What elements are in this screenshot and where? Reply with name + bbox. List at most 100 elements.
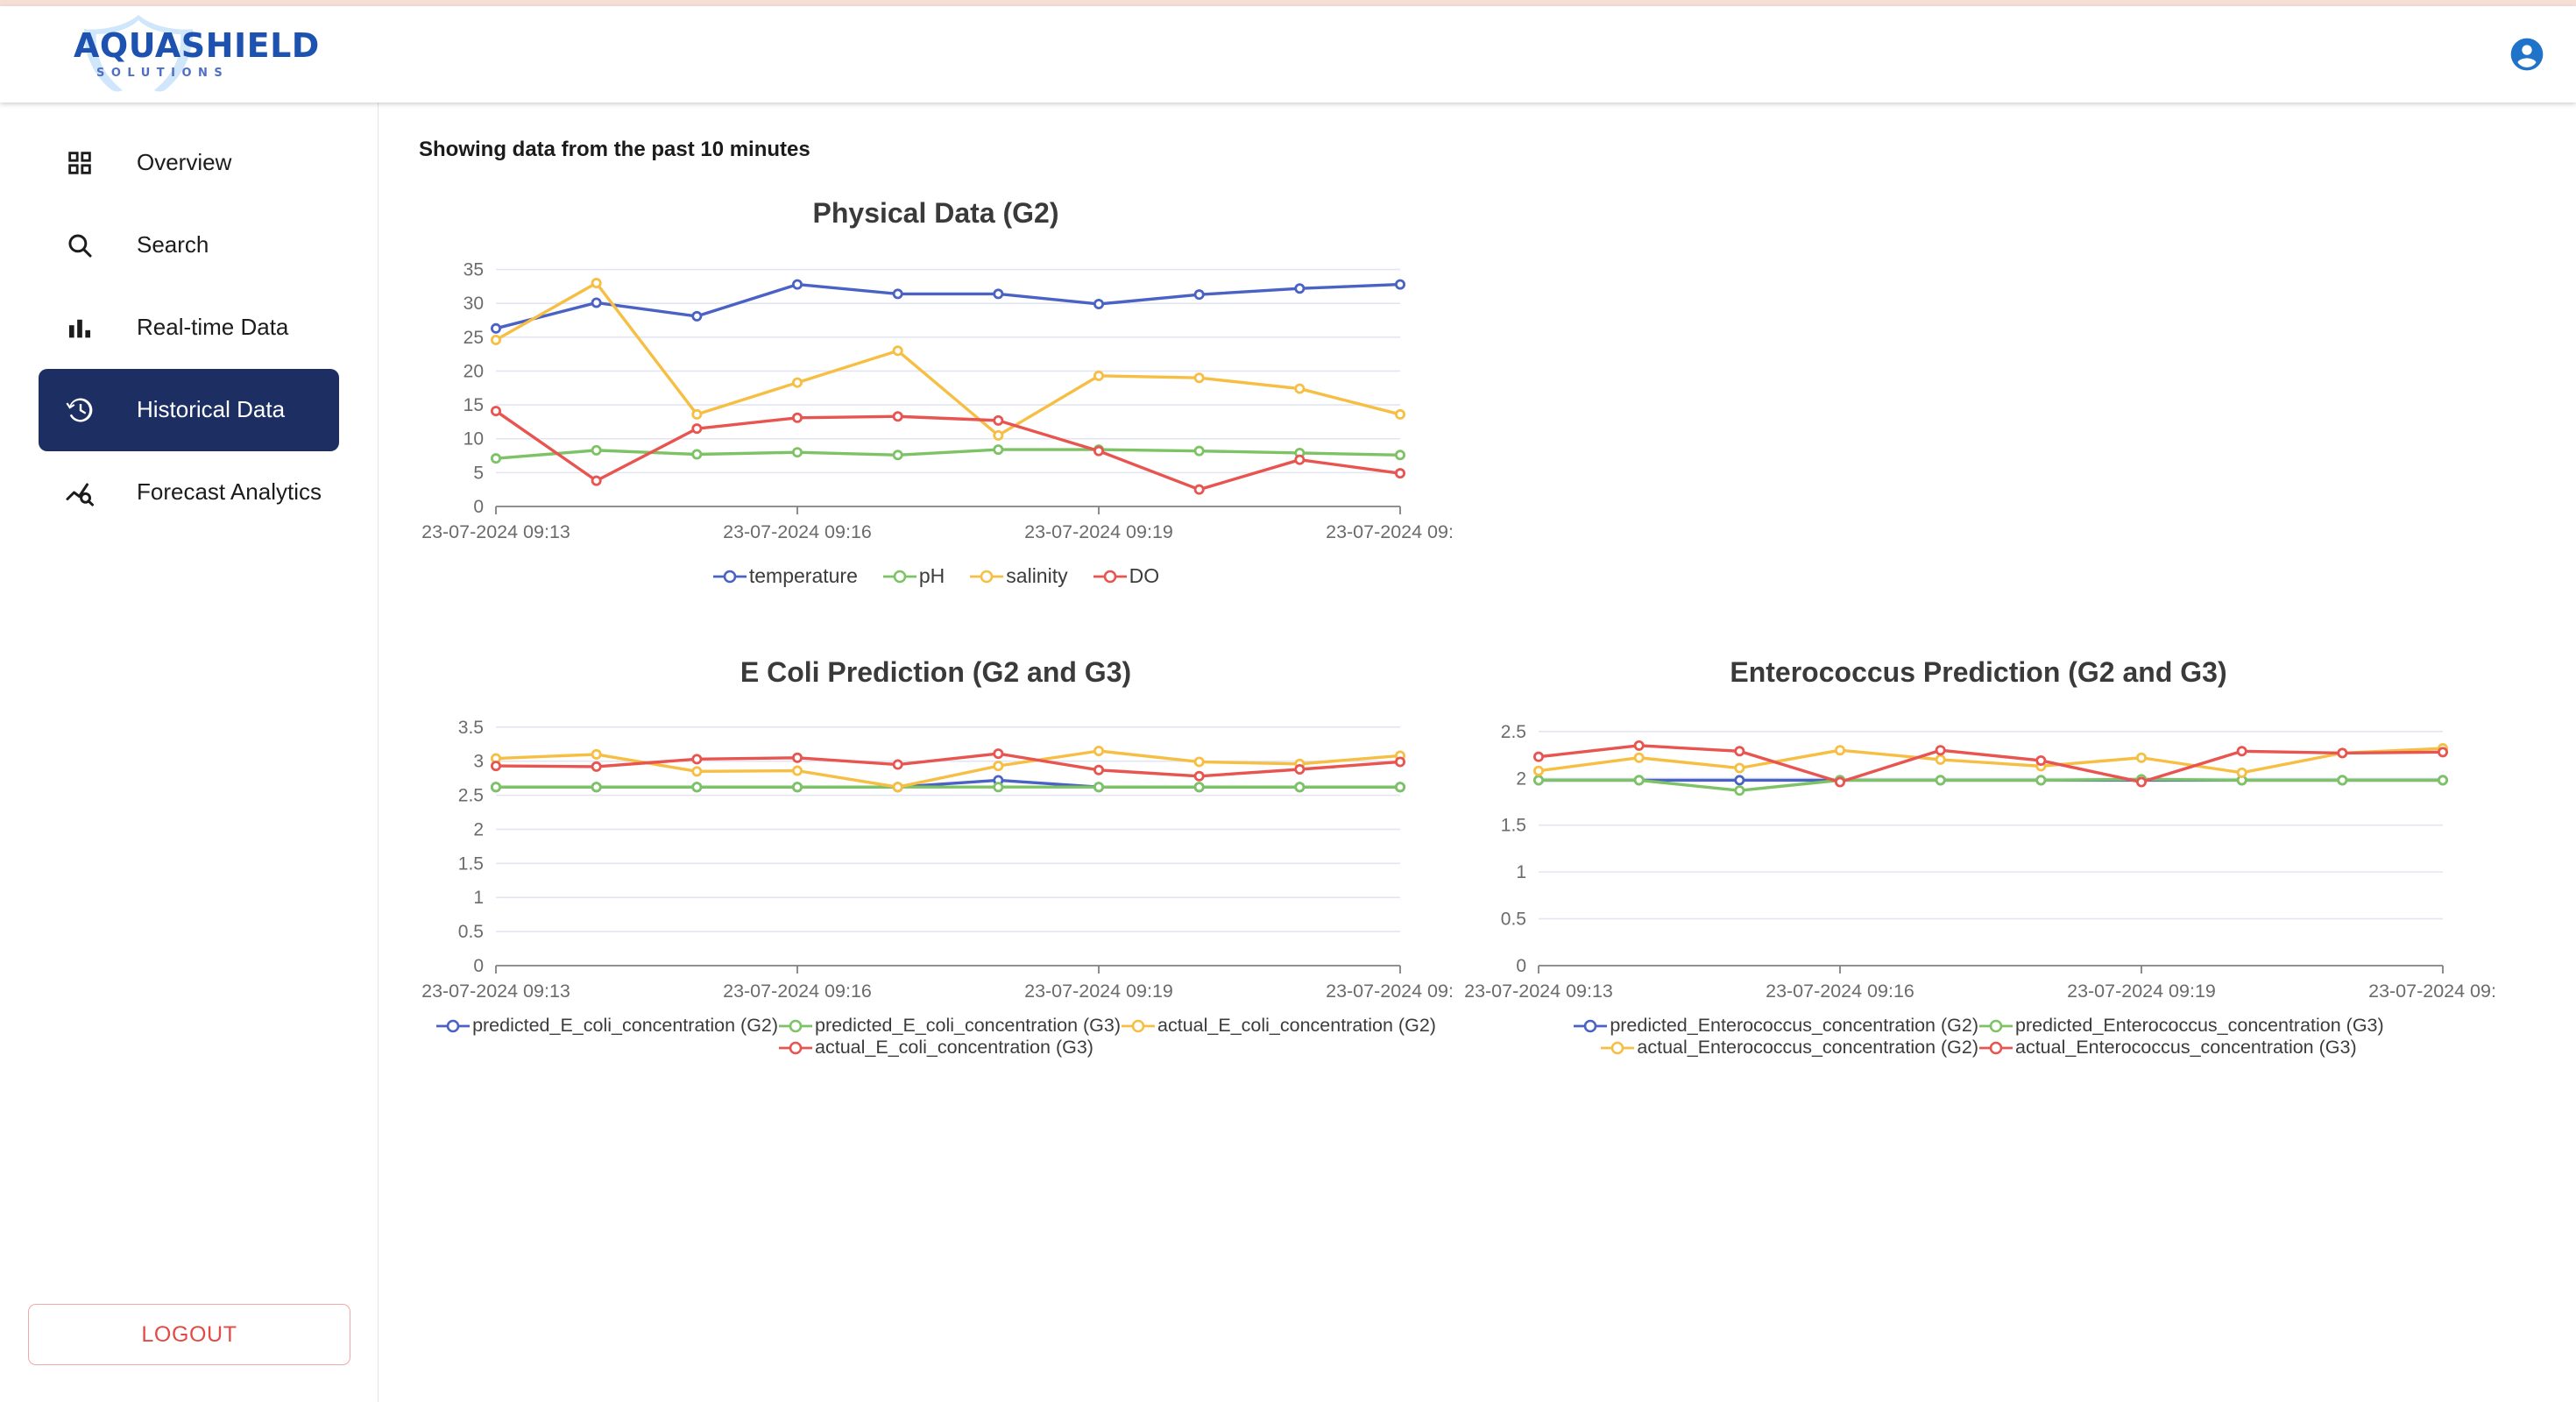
- y-tick-label: 2: [473, 819, 484, 839]
- legend-item[interactable]: salinity: [969, 564, 1068, 588]
- series-point: [791, 752, 803, 763]
- series-point: [1633, 740, 1645, 751]
- legend-label: predicted_E_coli_concentration (G3): [815, 1015, 1122, 1036]
- sidebar-item-label: Search: [137, 231, 209, 258]
- plot-area-enterococcus[interactable]: 0 0.5 1 1.5 2 2.5 23-07-2024 09:13 23-07-2024 0…: [1461, 708, 2495, 1006]
- legend-marker-icon: [1979, 1019, 2013, 1032]
- legend-label: predicted_Enterococcus_concentration (G3…: [2015, 1015, 2384, 1036]
- series-point: [791, 447, 803, 458]
- y-tick-label: 30: [464, 294, 484, 314]
- y-tick-label: 1: [1516, 862, 1526, 882]
- sidebar-item-label: Historical Data: [137, 396, 286, 423]
- series-point: [1294, 383, 1306, 394]
- series-point: [591, 782, 602, 793]
- series-point: [1093, 298, 1105, 309]
- series-point: [1935, 754, 1946, 765]
- legend-item[interactable]: pH: [882, 564, 945, 588]
- series-point: [892, 450, 903, 461]
- x-tick-label: 23-07-2024 09:13: [421, 981, 570, 1002]
- x-tick-label: 23-07-2024 09:16: [723, 981, 872, 1002]
- series-point: [591, 475, 602, 486]
- legend-item[interactable]: actual_E_coli_concentration (G2): [1121, 1015, 1436, 1037]
- x-tick-label: 23-07-2024 09:22: [1326, 521, 1453, 542]
- series-point: [2236, 746, 2247, 757]
- y-tick-label: 0: [1516, 956, 1526, 976]
- legend-item[interactable]: predicted_E_coli_concentration (G2): [435, 1015, 778, 1037]
- sidebar-item-label: Overview: [137, 149, 232, 176]
- series-point: [1395, 756, 1406, 768]
- legend-marker-icon: [1601, 1041, 1635, 1054]
- series-line: [494, 282, 1402, 330]
- series-point: [2337, 747, 2348, 759]
- y-tick-label: 35: [464, 260, 484, 280]
- series-point: [491, 406, 502, 417]
- plot-area-ecoli[interactable]: 0 0.5 1 1.5 2 2.5 3 3.5 23-07-2024 09:13 23-07-20…: [419, 708, 1453, 1006]
- series-line: [494, 448, 1402, 460]
- series-point: [1395, 408, 1406, 420]
- plot-area-physical-data[interactable]: 0 5 10 15 20 25 30 35 23-07-2024 09:13 23-07-2024…: [419, 245, 2576, 552]
- legend-item[interactable]: temperature: [712, 564, 858, 588]
- y-tick-label: 5: [473, 463, 484, 483]
- series-point: [1093, 445, 1105, 457]
- y-tick-label: 25: [464, 328, 484, 348]
- series-point: [1734, 746, 1745, 757]
- legend-label: actual_Enterococcus_concentration (G3): [2015, 1037, 2357, 1058]
- search-icon: [65, 230, 112, 260]
- chart-title: E Coli Prediction (G2 and G3): [740, 656, 1132, 688]
- series-point: [2035, 754, 2047, 766]
- sidebar-item-search[interactable]: Search: [39, 204, 339, 287]
- series-point: [1734, 785, 1745, 797]
- series-point: [1533, 765, 1545, 776]
- series-point: [1294, 283, 1306, 294]
- legend-item[interactable]: predicted_Enterococcus_concentration (G2…: [1573, 1015, 1978, 1037]
- series-point: [1834, 776, 1845, 788]
- y-tick-label: 3: [473, 752, 484, 772]
- legend-item[interactable]: actual_Enterococcus_concentration (G3): [1978, 1037, 2357, 1059]
- series-point: [591, 278, 602, 289]
- account-circle-icon[interactable]: [2502, 30, 2551, 79]
- y-tick-label: 1: [473, 888, 484, 908]
- legend-marker-icon: [1979, 1041, 2013, 1054]
- series-point: [491, 761, 502, 772]
- y-tick-label: 0: [473, 497, 484, 517]
- legend-item[interactable]: actual_E_coli_concentration (G3): [778, 1037, 1093, 1059]
- legend-marker-icon: [882, 570, 916, 583]
- logout-button[interactable]: LOGOUT: [28, 1304, 350, 1365]
- sidebar-item-historical-data[interactable]: Historical Data: [39, 369, 339, 451]
- legend-item[interactable]: actual_Enterococcus_concentration (G2): [1600, 1037, 1978, 1059]
- y-tick-label: 1.5: [1501, 816, 1526, 836]
- chart-physical-data: Physical Data (G2) 0 5 10 15 20 25 30 35 23-07-2…: [419, 197, 2576, 588]
- sidebar-item-forecast-analytics[interactable]: Forecast Analytics: [39, 451, 339, 534]
- series-point: [1093, 746, 1105, 757]
- series-point: [491, 453, 502, 464]
- chart-ecoli-prediction: E Coli Prediction (G2 and G3) 0 0.5 1 1.5 2 2…: [419, 656, 1453, 1059]
- series-point: [993, 288, 1004, 300]
- sidebar-item-label: Real-time Data: [137, 314, 289, 341]
- legend-label: actual_E_coli_concentration (G3): [815, 1037, 1093, 1058]
- series-point: [1533, 775, 1545, 786]
- y-tick-label: 2.5: [1501, 722, 1526, 742]
- series-point: [2438, 747, 2449, 758]
- legend-physical-data: temperature pH salinity DO: [419, 564, 1453, 588]
- series-point: [993, 748, 1004, 760]
- series-point: [791, 412, 803, 423]
- y-tick-label: 10: [464, 429, 484, 450]
- x-tick-label: 23-07-2024 09:16: [1766, 981, 1914, 1002]
- sidebar-item-real-time-data[interactable]: Real-time Data: [39, 287, 339, 369]
- series-line: [494, 752, 1402, 778]
- legend-item[interactable]: DO: [1093, 564, 1159, 588]
- legend-item[interactable]: predicted_E_coli_concentration (G3): [778, 1015, 1121, 1037]
- series-point: [1734, 762, 1745, 774]
- series-point: [691, 449, 703, 460]
- brand-logo[interactable]: AQUASHIELD SOLUTIONS: [54, 15, 319, 94]
- series-point: [1193, 484, 1205, 495]
- x-tick-label: 23-07-2024 09:22: [2368, 981, 2495, 1002]
- y-tick-label: 0: [473, 956, 484, 976]
- series-point: [1395, 450, 1406, 461]
- series-point: [2136, 752, 2148, 763]
- main-content: Showing data from the past 10 minutes Ph…: [379, 103, 2576, 1402]
- legend-item[interactable]: predicted_Enterococcus_concentration (G3…: [1978, 1015, 2384, 1037]
- series-point: [2438, 775, 2449, 786]
- sidebar-item-overview[interactable]: Overview: [39, 122, 339, 204]
- series-point: [892, 411, 903, 422]
